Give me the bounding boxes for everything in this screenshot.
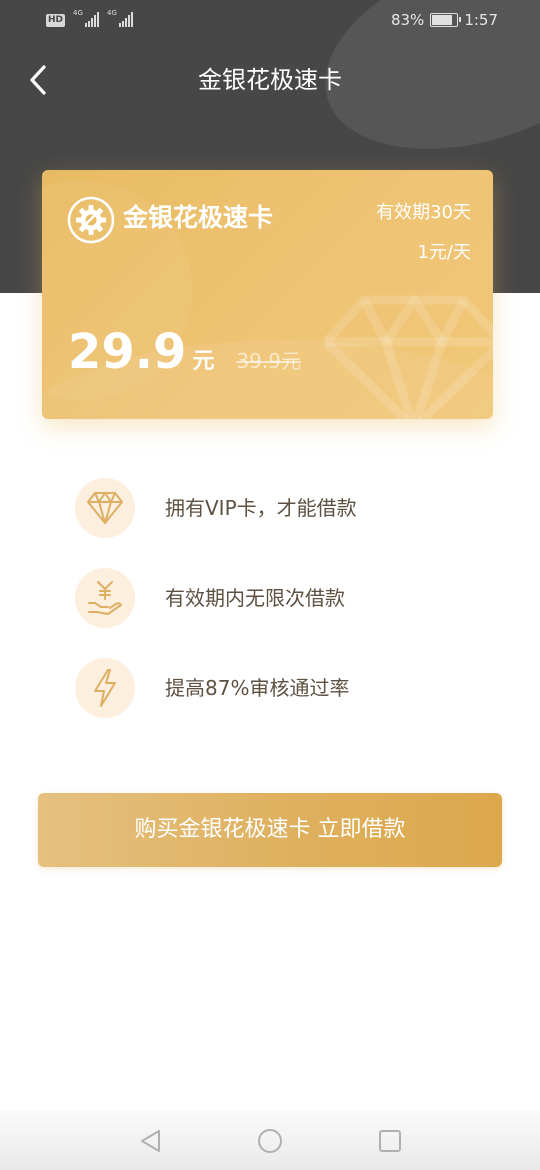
clock: 1:57 [464,11,498,29]
lightning-icon [94,669,116,707]
circle-home-icon [258,1129,282,1153]
status-left: HD 4G 4G [46,9,134,27]
feature-item-unlimited: 有效期内无限次借款 [75,568,495,628]
nav-recents-button[interactable] [375,1126,405,1156]
feature-item-approval: 提高87%审核通过率 [75,658,495,718]
square-recents-icon [379,1130,401,1152]
diamond-watermark-icon [324,295,493,419]
card-daily-price: 1元/天 [417,242,471,263]
battery-level [432,15,453,25]
vip-card: 金银花极速卡 有效期30天 1元/天 29.9 元 39.9元 [42,170,493,419]
card-title: 金银花极速卡 [123,203,274,232]
price-unit: 元 [192,349,215,374]
price-value: 29.9 [68,324,187,380]
status-right: 83% 1:57 [391,11,498,29]
nav-back-button[interactable] [136,1126,166,1156]
card-logo-icon [67,196,115,244]
network-type-label: 4G [107,9,117,17]
system-navigation-bar [0,1110,540,1170]
feature-icon-circle [75,568,135,628]
feature-icon-circle [75,478,135,538]
feature-text: 有效期内无限次借款 [165,586,345,610]
feature-text: 提高87%审核通过率 [165,676,350,700]
page-title: 金银花极速卡 [198,66,342,94]
network-type-label: 4G [73,9,83,17]
status-bar: HD 4G 4G 83% 1:57 [0,0,540,42]
nav-home-button[interactable] [255,1126,285,1156]
original-price: 39.9元 [236,349,301,373]
feature-icon-circle [75,658,135,718]
feature-text: 拥有VIP卡，才能借款 [165,496,357,520]
triangle-back-icon [141,1130,160,1152]
signal-icon: 4G [73,9,100,27]
card-price: 29.9 元 39.9元 [68,322,301,382]
money-hand-icon [88,581,122,615]
signal-icon: 4G [107,9,134,27]
battery-icon [430,13,462,27]
feature-item-vip: 拥有VIP卡，才能借款 [75,478,495,538]
battery-percent: 83% [390,11,425,29]
diamond-icon [87,492,123,524]
hd-badge: HD [46,14,66,27]
buy-card-button[interactable]: 购买金银花极速卡 立即借款 [38,793,502,867]
card-validity: 有效期30天 [376,202,471,223]
